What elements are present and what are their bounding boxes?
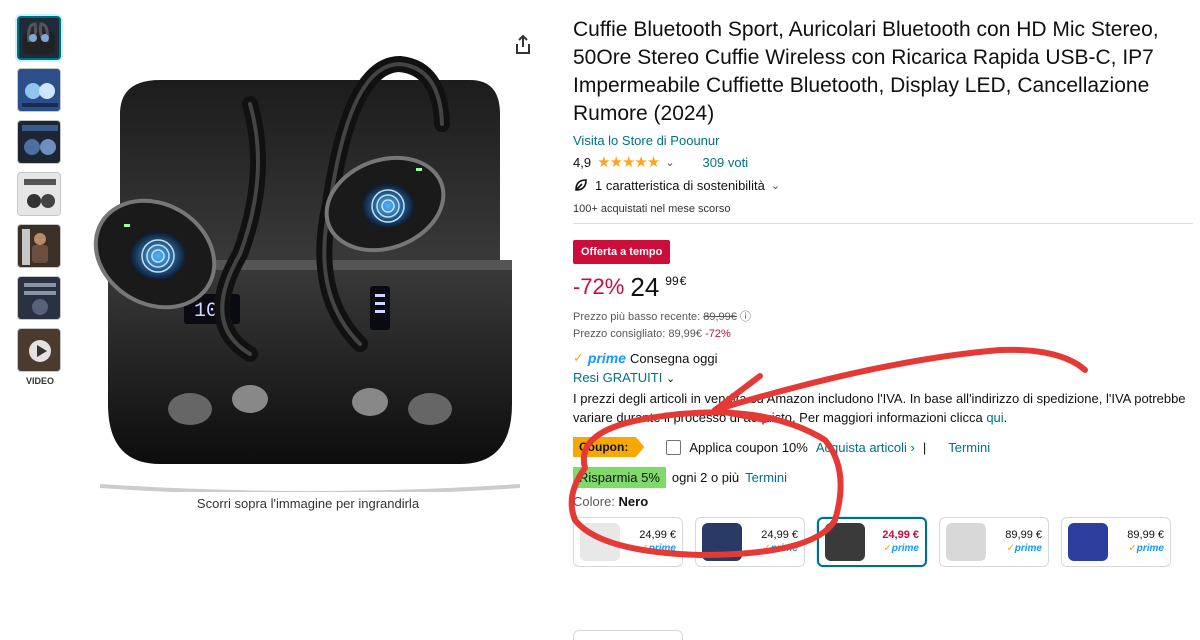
- swatch-prime-badge: ✓prime: [1006, 543, 1042, 554]
- swatch-prime-badge: ✓prime: [640, 543, 676, 554]
- earbuds-case-thumbnail-icon: [23, 22, 55, 54]
- chevron-down-icon: ⌄: [770, 179, 781, 192]
- color-label: Colore:: [573, 494, 615, 509]
- bought-last-month: 100+ acquistati nel mese scorso: [573, 203, 1193, 224]
- coupon-terms-link[interactable]: Termini: [948, 440, 990, 455]
- swatch-prime-badge: ✓prime: [1128, 543, 1164, 554]
- share-icon[interactable]: [512, 34, 534, 56]
- rating-row: 4,9 ★★★★★ ⌄ 309 voti: [573, 153, 1193, 171]
- color-value: Nero: [618, 494, 649, 509]
- rrp-discount: -72%: [705, 328, 731, 340]
- vat-notice: I prezzi degli articoli in vendita su Am…: [573, 389, 1193, 427]
- swatch-thumbnail: [580, 523, 620, 561]
- thumbnail-strip: VIDEO: [17, 16, 63, 386]
- thumbnail-4[interactable]: [17, 172, 61, 216]
- color-swatch-6[interactable]: [573, 630, 683, 640]
- leaf-icon: [575, 179, 587, 191]
- chevron-down-icon: ⌄: [665, 373, 676, 385]
- sustainability-row[interactable]: 1 caratteristica di sostenibilità ⌄: [573, 177, 1193, 193]
- price-row: -72% 24 99 €: [573, 272, 1193, 302]
- earbuds-sport-thumbnail-icon: [22, 229, 48, 265]
- price-fraction: 99: [665, 274, 679, 288]
- color-swatch-5[interactable]: 89,99 € ✓prime: [1061, 517, 1171, 567]
- apply-coupon-label[interactable]: Applica coupon 10%: [689, 440, 808, 455]
- store-link[interactable]: Visita lo Store di Poounur: [573, 133, 1193, 148]
- swatch-prime-badge: ✓prime: [883, 543, 919, 554]
- swatch-price: 89,99 €: [1127, 529, 1164, 541]
- swatch-price: 24,99 €: [639, 529, 676, 541]
- save-badge: Risparmia 5%: [573, 467, 666, 488]
- video-thumbnail-icon: [29, 340, 51, 362]
- chevron-down-icon[interactable]: ⌄: [665, 156, 674, 169]
- swatch-thumbnail: [702, 523, 742, 561]
- earbuds-features-thumbnail-icon: [24, 179, 56, 208]
- lowest-price-label: Prezzo più basso recente:: [573, 311, 701, 323]
- lowest-price-row: Prezzo più basso recente: 89,99€ ⓘ: [573, 308, 1193, 324]
- swatch-thumbnail: [946, 523, 986, 561]
- prime-logo: prime: [587, 350, 627, 366]
- thumbnail-6[interactable]: [17, 276, 61, 320]
- swatch-thumbnail: [825, 523, 865, 561]
- coupon-separator: |: [922, 439, 927, 455]
- free-returns-label: Resi GRATUITI: [573, 370, 663, 385]
- main-product-image[interactable]: 100: [80, 24, 540, 495]
- info-icon[interactable]: ⓘ: [740, 311, 751, 323]
- save-terms-link[interactable]: Termini: [745, 470, 787, 485]
- vat-text: I prezzi degli articoli in vendita su Am…: [573, 391, 1186, 425]
- thumbnail-video[interactable]: [17, 328, 61, 372]
- earbuds-features-thumbnail-icon: [22, 125, 58, 155]
- discount-percent: -72%: [573, 274, 625, 299]
- free-returns-link[interactable]: Resi GRATUITI ⌄: [573, 370, 1193, 385]
- color-swatch-4[interactable]: 89,99 € ✓prime: [939, 517, 1049, 567]
- zoom-hint: Scorri sopra l'immagine per ingrandirla: [196, 496, 420, 511]
- thumbnail-1[interactable]: [17, 16, 61, 60]
- video-label: VIDEO: [25, 376, 54, 386]
- swatch-prime-badge: ✓prime: [762, 543, 798, 554]
- color-swatches: 24,99 € ✓prime 24,99 € ✓prime 24,99 € ✓prim…: [573, 517, 1193, 567]
- thumbnail-2[interactable]: [17, 68, 61, 112]
- earbuds-features-thumbnail-icon: [24, 283, 56, 315]
- deal-badge: Offerta a tempo: [573, 240, 671, 264]
- swatch-price: 24,99 €: [761, 529, 798, 541]
- coupon-row: Coupon: Applica coupon 10% Acquista arti…: [573, 437, 1193, 457]
- vat-end: .: [1003, 410, 1008, 425]
- price-currency: €: [679, 274, 687, 288]
- coupon-tag: Coupon:: [573, 437, 645, 457]
- product-title: Cuffie Bluetooth Sport, Auricolari Bluet…: [573, 18, 1159, 125]
- rrp-label: Prezzo consigliato:: [573, 328, 666, 340]
- shop-items-link[interactable]: Acquista articoli ›: [816, 440, 915, 455]
- product-info: Cuffie Bluetooth Sport, Auricolari Bluet…: [573, 16, 1193, 567]
- delivery-text: Consegna oggi: [630, 350, 718, 366]
- price-whole: 24: [630, 272, 660, 302]
- save-row: Risparmia 5% ogni 2 o più Termini: [573, 467, 1193, 488]
- star-rating-icon[interactable]: ★★★★★: [597, 153, 660, 171]
- color-swatch-1[interactable]: 24,99 € ✓prime: [573, 517, 683, 567]
- color-row: Colore: Nero: [573, 494, 1193, 509]
- ratings-count-link[interactable]: 309 voti: [703, 155, 749, 170]
- save-text: ogni 2 o più: [671, 470, 740, 485]
- vat-info-link[interactable]: qui: [986, 410, 1003, 425]
- apply-coupon-checkbox[interactable]: [666, 439, 682, 455]
- color-swatch-3[interactable]: 24,99 € ✓prime: [817, 517, 927, 567]
- prime-check-icon: ✓: [573, 350, 584, 365]
- thumbnail-5[interactable]: [17, 224, 61, 268]
- color-swatch-2[interactable]: 24,99 € ✓prime: [695, 517, 805, 567]
- earbuds-product-image: 100: [93, 55, 521, 495]
- earbuds-features-thumbnail-icon: [22, 83, 58, 107]
- swatch-thumbnail: [1068, 523, 1108, 561]
- swatch-price: 24,99 €: [882, 529, 919, 541]
- rrp-row: Prezzo consigliato: 89,99€ -72%: [573, 328, 1193, 340]
- lowest-price-value: 89,99€: [703, 311, 737, 323]
- sustainability-label: 1 caratteristica di sostenibilità: [595, 177, 765, 193]
- thumbnail-3[interactable]: [17, 120, 61, 164]
- rating-value: 4,9: [573, 154, 592, 170]
- swatch-price: 89,99 €: [1005, 529, 1042, 541]
- rrp-value: 89,99€: [668, 328, 703, 340]
- prime-delivery-row: ✓ prime Consegna oggi: [573, 350, 1193, 366]
